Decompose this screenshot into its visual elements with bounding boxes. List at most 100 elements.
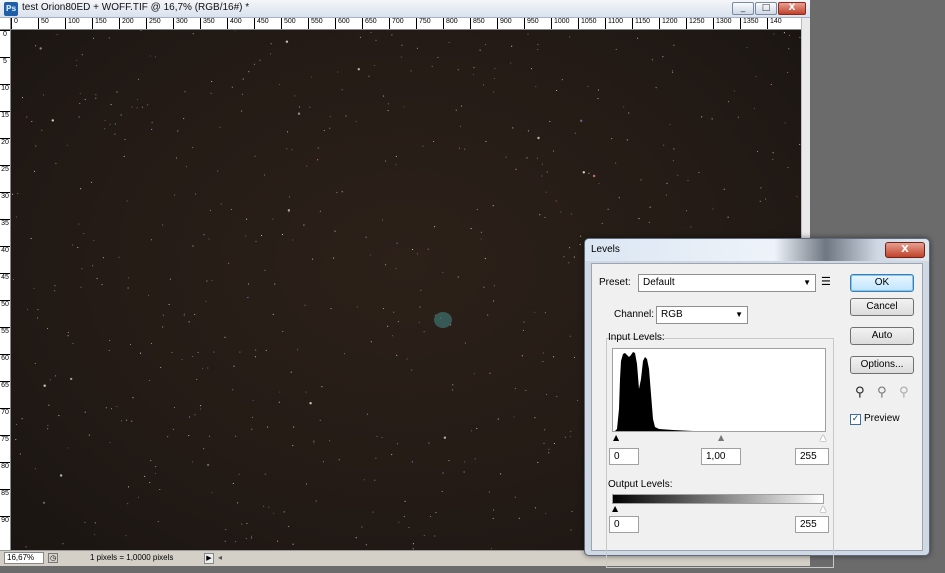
ruler-tick-label: 1100 [605,18,623,29]
ruler-tick-label: 600 [335,18,350,29]
ruler-tick-label: 1250 [686,18,705,29]
input-white-field[interactable]: 255 [795,448,829,465]
output-white-handle[interactable]: ▲ [820,505,826,513]
ruler-tick-label: 65 [0,381,10,389]
ruler-tick-label: 800 [443,18,458,29]
ruler-tick-label: 1200 [659,18,678,29]
levels-dialog: Levels X Preset: Default ▼ ☰ Channel: RG… [584,238,930,568]
ruler-tick-label: 250 [146,18,161,29]
ruler-tick-label: 1050 [578,18,597,29]
photoshop-app-icon: Ps [4,2,18,16]
ruler-tick-label: 150 [92,18,107,29]
vertical-ruler[interactable]: 0 5 10 15 20 25 30 35 40 45 50 55 60 65 70 75 80 85 90 [0,30,11,550]
options-button[interactable]: Options... [850,356,914,374]
restore-button[interactable]: □ [755,2,777,15]
channel-label: Channel: [611,309,658,320]
zoom-level-field[interactable]: 16,67% [4,552,44,564]
channel-value: RGB [661,309,683,320]
ruler-tick-label: 60 [0,354,10,362]
ruler-tick-label: 550 [308,18,323,29]
ruler-tick-label: 750 [416,18,431,29]
ruler-tick-label: 300 [173,18,188,29]
ruler-tick-label: 0 [0,30,10,38]
input-gamma-handle[interactable]: ▲ [718,434,724,442]
ruler-tick-label: 500 [281,18,296,29]
scroll-left-icon[interactable]: ◂ [218,553,222,562]
cancel-button[interactable]: Cancel [850,298,914,316]
ruler-tick-label: 15 [0,111,10,119]
ruler-tick-label: 350 [200,18,215,29]
histogram [612,348,826,432]
ruler-tick-label: 90 [0,516,10,524]
ruler-tick-label: 140 [767,18,782,29]
gray-point-eyedropper-icon[interactable]: ⚲ [877,385,887,400]
ruler-tick-label: 850 [470,18,485,29]
ruler-tick-label: 10 [0,84,10,92]
output-gradient-bar [612,494,824,504]
status-info-icon[interactable]: ◷ [48,553,58,563]
ruler-tick-label: 950 [524,18,539,29]
ruler-tick-label: 55 [0,327,10,335]
preset-value: Default [643,277,675,288]
auto-button[interactable]: Auto [850,327,914,345]
black-point-eyedropper-icon[interactable]: ⚲ [855,385,865,400]
preset-select[interactable]: Default ▼ [638,274,816,292]
ruler-tick-label: 1150 [632,18,650,29]
input-black-point-handle[interactable]: ▲ [613,434,619,442]
levels-close-button[interactable]: X [885,242,925,258]
horizontal-ruler[interactable]: 0 50 100 150 200 250 300 350 400 450 500 550 600 650 7… [11,18,801,30]
input-levels-label: Input Levels: [608,332,665,343]
levels-dialog-titlebar[interactable]: Levels X [585,239,929,261]
preview-label: Preview [864,413,900,424]
ruler-tick-label: 45 [0,273,10,281]
levels-dialog-title: Levels [591,244,620,255]
ruler-tick-label: 1350 [740,18,759,29]
ruler-tick-label: 30 [0,192,10,200]
chevron-down-icon: ▼ [803,278,811,287]
ruler-tick-label: 400 [227,18,242,29]
document-title: test Orion80ED + WOFF.TIF @ 16,7% (RGB/1… [22,2,250,13]
ruler-tick-label: 650 [362,18,377,29]
output-black-handle[interactable]: ▲ [612,505,618,513]
ok-button[interactable]: OK [850,274,914,292]
input-black-field[interactable]: 0 [609,448,639,465]
ruler-tick-label: 5 [0,57,10,65]
input-white-point-handle[interactable]: ▲ [820,434,826,442]
ruler-tick-label: 85 [0,489,10,497]
white-point-eyedropper-icon[interactable]: ⚲ [899,385,909,400]
histogram-graph [615,352,693,431]
list-options-icon[interactable]: ☰ [821,275,831,288]
output-black-field[interactable]: 0 [609,516,639,533]
ruler-tick-label: 200 [119,18,134,29]
ruler-tick-label: 100 [65,18,80,29]
ruler-tick-label: 1000 [551,18,570,29]
ruler-tick-label: 40 [0,246,10,254]
ruler-tick-label: 25 [0,165,10,173]
ruler-tick-label: 20 [0,138,10,146]
status-menu-arrow-icon[interactable]: ▶ [204,553,214,564]
input-gamma-field[interactable]: 1,00 [701,448,741,465]
channel-select[interactable]: RGB ▼ [656,306,748,324]
ruler-tick-label: 70 [0,408,10,416]
document-titlebar[interactable]: Ps test Orion80ED + WOFF.TIF @ 16,7% (RG… [0,0,810,18]
output-white-field[interactable]: 255 [795,516,829,533]
ruler-tick-label: 80 [0,462,10,470]
levels-dialog-body: Preset: Default ▼ ☰ Channel: RGB ▼ Input… [591,263,923,568]
ruler-tick-label: 1300 [713,18,732,29]
ruler-tick-label: 900 [497,18,512,29]
ruler-tick-label: 50 [0,300,10,308]
ruler-origin[interactable] [0,18,11,30]
ruler-tick-label: 450 [254,18,269,29]
ruler-tick-label: 50 [38,18,49,29]
preset-label: Preset: [599,277,631,288]
status-info-text: 1 pixels = 1,0000 pixels [90,553,174,562]
ruler-tick-label: 75 [0,435,10,443]
minimize-button[interactable]: _ [732,2,754,15]
ruler-tick-label: 35 [0,219,10,227]
output-levels-label: Output Levels: [608,479,673,490]
chevron-down-icon: ▼ [735,310,743,319]
ruler-tick-label: 0 [11,18,18,29]
close-button[interactable]: X [778,2,806,15]
ruler-tick-label: 700 [389,18,404,29]
preview-checkbox[interactable]: ✓ [850,414,861,425]
